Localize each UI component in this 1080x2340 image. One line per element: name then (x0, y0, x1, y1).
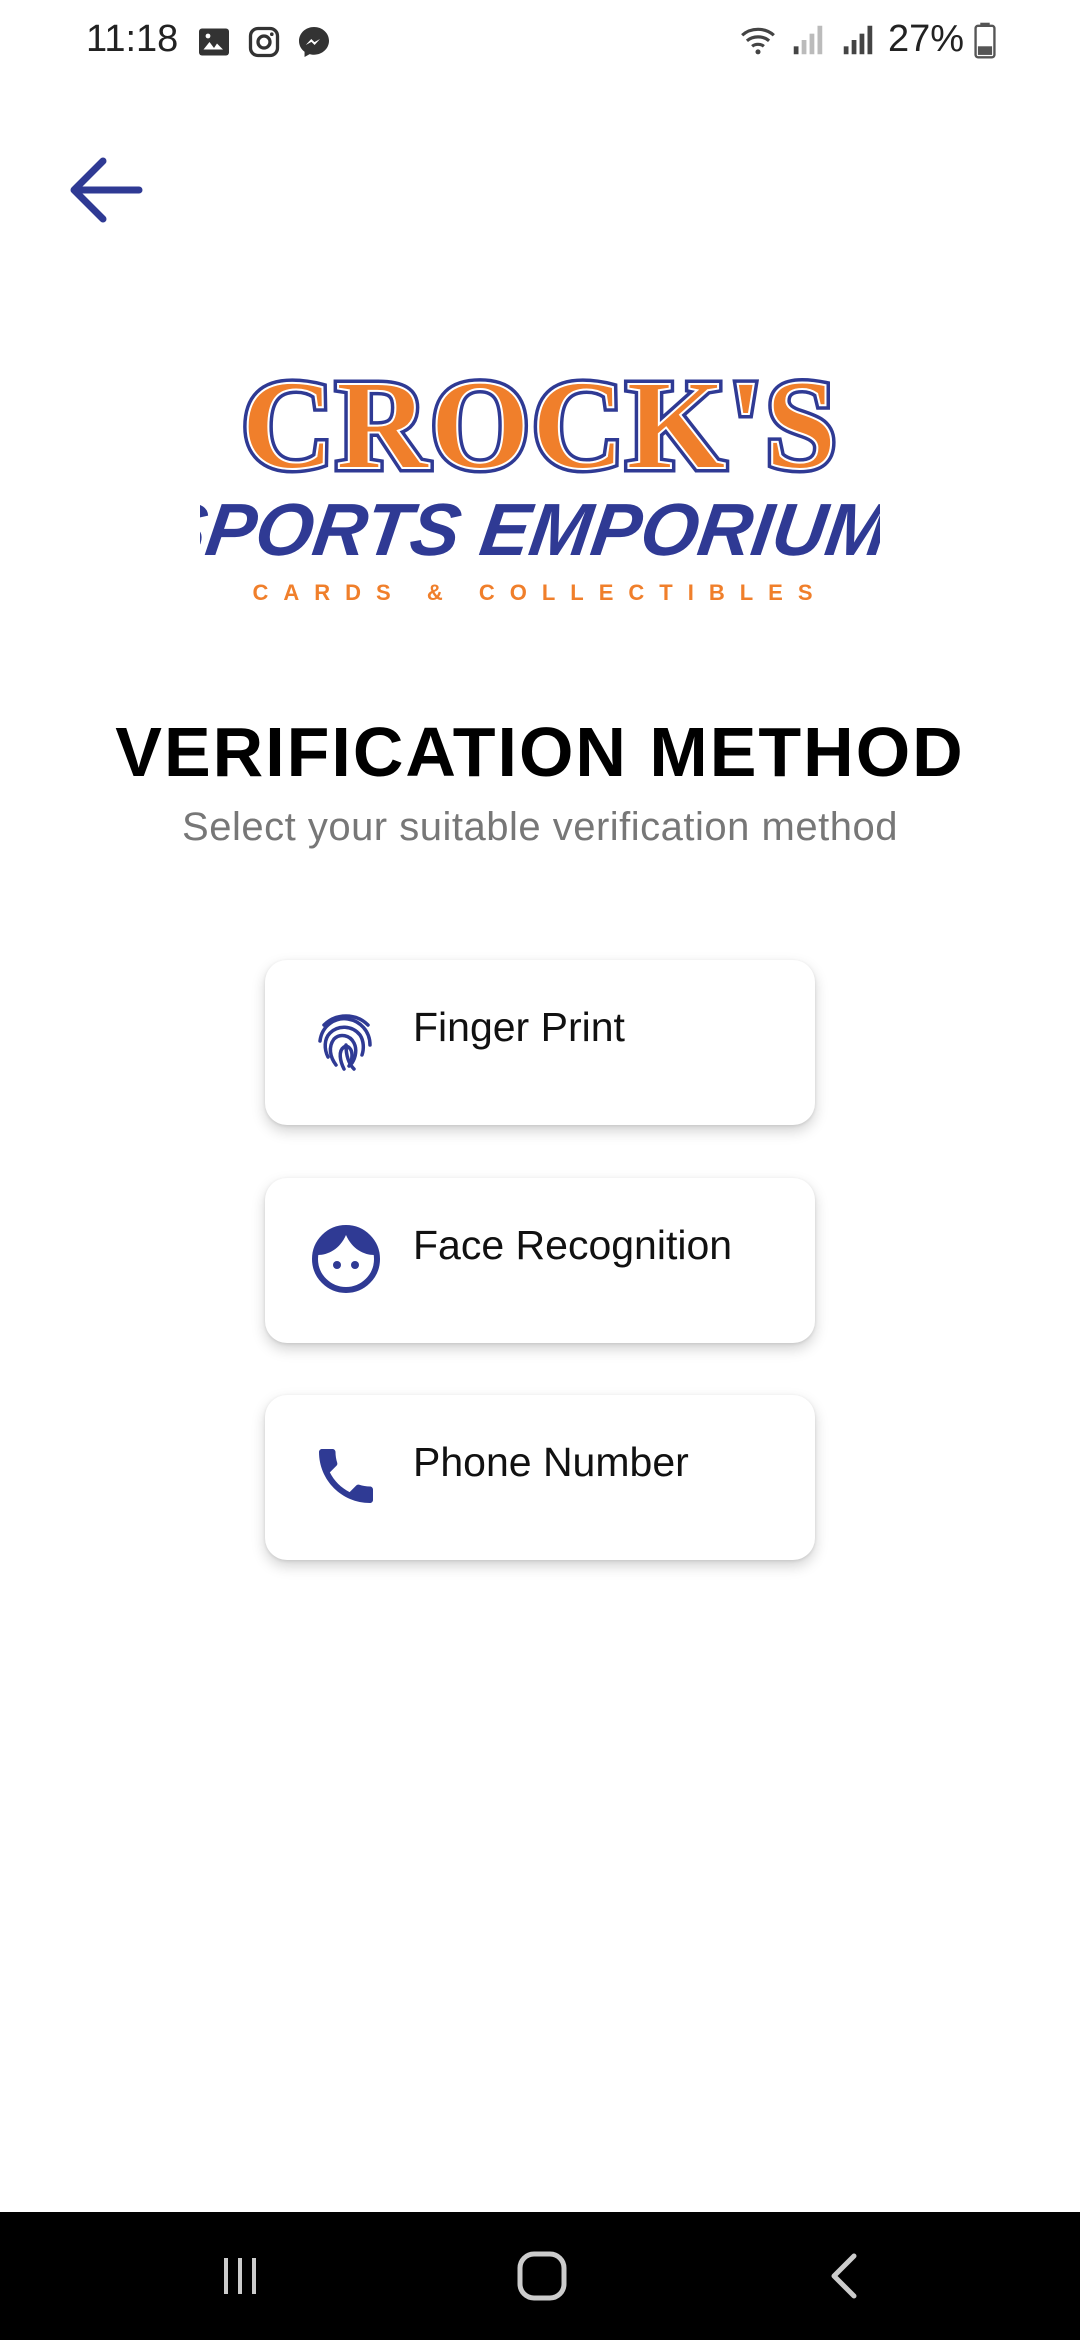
arrow-left-icon (70, 157, 143, 223)
phone-number-label: Phone Number (413, 1439, 689, 1485)
recent-apps-button[interactable] (160, 2212, 320, 2340)
face-recognition-label: Face Recognition (413, 1222, 733, 1268)
recent-apps-icon (224, 2258, 256, 2294)
fingerprint-option[interactable]: Finger Print (265, 960, 815, 1125)
signal-icon (793, 25, 823, 54)
back-nav-button[interactable] (764, 2212, 924, 2340)
home-button[interactable] (462, 2212, 622, 2340)
page-subtitle: Select your suitable verification method (182, 805, 898, 849)
phone-icon (319, 1449, 373, 1503)
svg-text:SPORTS EMPORIUM: SPORTS EMPORIUM (200, 488, 880, 571)
svg-text:CARDS & COLLECTIBLES: CARDS & COLLECTIBLES (253, 580, 828, 605)
instagram-icon (248, 26, 280, 58)
notification-icons (196, 24, 332, 60)
status-time: 11:18 (86, 18, 179, 60)
status-bar: 11:18 27% (0, 0, 1080, 84)
back-nav-icon (831, 2253, 857, 2299)
face-recognition-option[interactable]: Face Recognition (265, 1178, 815, 1343)
fingerprint-icon (318, 1014, 372, 1071)
battery-percentage: 27% (887, 18, 964, 60)
phone-number-option[interactable]: Phone Number (265, 1395, 815, 1560)
page-title: VERIFICATION METHOD (115, 713, 965, 791)
messenger-icon (299, 27, 329, 57)
home-icon (517, 2251, 567, 2301)
battery-icon (974, 22, 996, 58)
system-nav-bar (0, 2212, 1080, 2340)
gallery-icon (199, 28, 229, 56)
fingerprint-label: Finger Print (413, 1004, 625, 1050)
back-button[interactable] (60, 150, 150, 230)
brand-logo: CROCK'S CROCK'S SPORTS EMPORIUM CARDS & … (200, 350, 880, 605)
system-status-icons: 27% (738, 18, 996, 61)
svg-text:CROCK'S: CROCK'S (241, 354, 838, 496)
wifi-icon (741, 27, 775, 54)
signal-icon (843, 25, 873, 54)
face-icon (312, 1225, 380, 1293)
